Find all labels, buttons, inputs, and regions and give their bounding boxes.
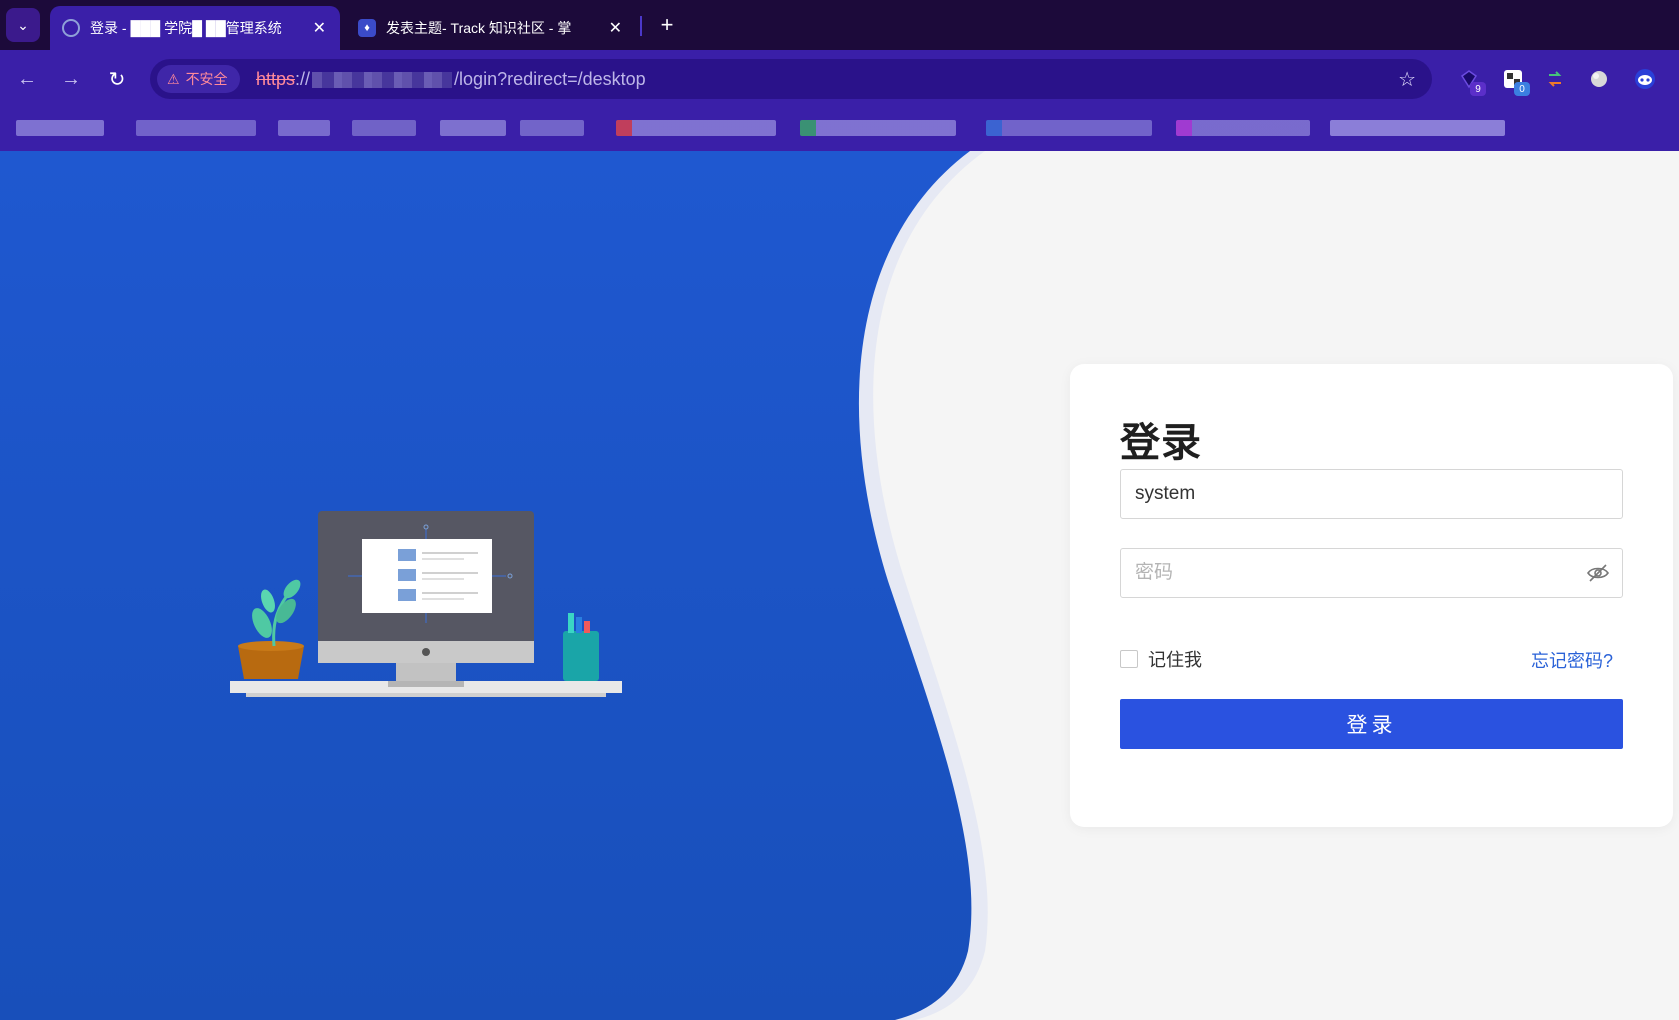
url-path: /login?redirect=/desktop: [454, 69, 646, 89]
warning-triangle-icon: ⚠: [167, 70, 180, 87]
login-page: 登录 记住我 忘记密码? 登录: [0, 151, 1679, 1020]
login-title: 登录: [1120, 421, 1202, 465]
url-host-redacted: [312, 72, 453, 89]
remember-me-checkbox[interactable]: [1120, 650, 1138, 668]
address-bar[interactable]: ⚠ 不安全 https:// /login?redirect=/desktop ☆: [150, 59, 1432, 99]
tab-forum[interactable]: ♦ 发表主题- Track 知识社区 - 掌 ✕: [346, 6, 636, 50]
bookmark-item[interactable]: [16, 120, 104, 136]
new-tab-button[interactable]: +: [652, 10, 682, 40]
tab-search-button[interactable]: ⌄: [6, 8, 40, 42]
chevron-down-icon: ⌄: [17, 16, 29, 33]
extension-translate[interactable]: 0: [1500, 66, 1530, 96]
extension-gem[interactable]: 9: [1456, 66, 1486, 96]
extension-globe[interactable]: [1586, 66, 1612, 92]
url-scheme: https: [256, 69, 296, 89]
bookmark-star-icon[interactable]: ☆: [1398, 67, 1416, 92]
tab-separator: [640, 16, 642, 36]
bookmark-item[interactable]: [616, 120, 776, 136]
security-label: 不安全: [185, 71, 228, 87]
remember-me-label: 记住我: [1148, 650, 1202, 670]
url-text[interactable]: https:// /login?redirect=/desktop: [256, 69, 646, 90]
reload-button[interactable]: ↻: [102, 64, 132, 94]
bookmark-item[interactable]: [278, 120, 330, 136]
username-field[interactable]: [1120, 469, 1623, 519]
bookmarks-bar: [0, 108, 1679, 151]
bookmark-item[interactable]: [800, 120, 956, 136]
back-button[interactable]: ←: [12, 64, 42, 94]
tab-login[interactable]: 登录 - ███ 学院█ ██管理系统 ✕: [50, 6, 340, 50]
password-field[interactable]: [1120, 548, 1623, 598]
login-button[interactable]: 登录: [1120, 699, 1623, 749]
site-favicon-icon: [62, 19, 80, 37]
arrow-left-icon: ←: [17, 67, 37, 90]
remember-me[interactable]: 记住我: [1120, 646, 1202, 672]
close-icon[interactable]: ✕: [609, 18, 622, 38]
forward-button[interactable]: →: [56, 64, 86, 94]
eye-off-icon[interactable]: [1586, 561, 1610, 585]
password-input[interactable]: [1121, 549, 1589, 597]
reload-icon: ↻: [108, 68, 126, 91]
track-favicon-icon: ♦: [358, 19, 376, 37]
bookmark-item[interactable]: [1176, 120, 1310, 136]
extension-robot[interactable]: [1632, 66, 1658, 92]
browser-tab-bar: ⌄ 登录 - ███ 学院█ ██管理系统 ✕ ♦ 发表主题- Track 知识…: [0, 0, 1679, 50]
bookmark-item[interactable]: [440, 120, 506, 136]
extension-badge: 0: [1514, 82, 1530, 96]
username-input[interactable]: [1121, 470, 1589, 518]
bookmark-item[interactable]: [352, 120, 416, 136]
globe-icon: [1591, 71, 1607, 87]
bookmark-item[interactable]: [986, 120, 1152, 136]
desk-computer-illustration: [230, 511, 622, 697]
plus-icon: +: [660, 12, 674, 37]
browser-toolbar: ← → ↻ ⚠ 不安全 https:// /login?redirect=/des…: [0, 50, 1679, 108]
robot-icon: [1635, 69, 1655, 89]
bookmark-item[interactable]: [520, 120, 584, 136]
bookmark-item[interactable]: [136, 120, 256, 136]
login-card: 登录 记住我 忘记密码? 登录: [1070, 364, 1673, 827]
arrow-right-icon: →: [61, 67, 81, 90]
url-separator: ://: [295, 69, 311, 89]
forgot-password-link[interactable]: 忘记密码?: [1531, 647, 1613, 673]
security-indicator[interactable]: ⚠ 不安全: [157, 65, 240, 93]
tab-title: 发表主题- Track 知识社区 - 掌: [386, 20, 572, 36]
tab-title: 登录 - ███ 学院█ ██管理系统: [90, 20, 282, 36]
close-icon[interactable]: ✕: [313, 18, 326, 38]
extension-badge: 9: [1470, 82, 1486, 96]
sync-arrows-icon: [1548, 71, 1562, 87]
bookmark-item[interactable]: [1330, 120, 1505, 136]
extension-sync[interactable]: [1542, 66, 1568, 92]
